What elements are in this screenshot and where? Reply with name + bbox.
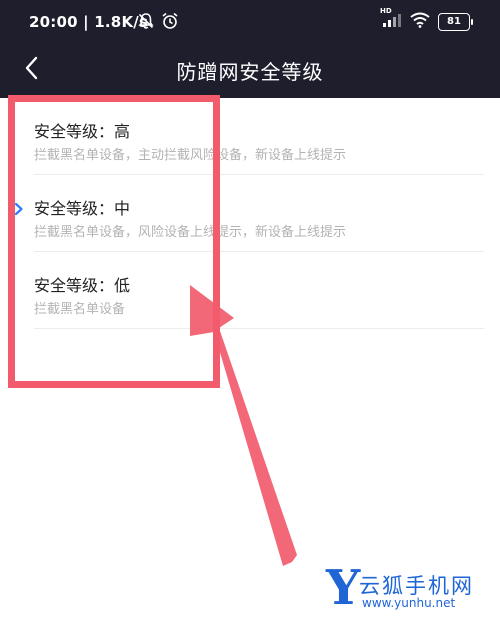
watermark-logo: Y [326, 560, 361, 616]
annotation-highlight-box [8, 95, 220, 388]
hd-label: HD [380, 7, 392, 15]
mute-bell-icon [137, 12, 155, 34]
title-bar: 防蹭网安全等级 [0, 44, 500, 98]
app-header: 20:00 | 1.8K/s HD 81 防蹭网安全等级 [0, 0, 500, 98]
watermark-url: www.yunhu.net [362, 596, 456, 610]
watermark: Y 云狐手机网 www.yunhu.net [326, 564, 486, 618]
status-time: 20:00 | 1.8K/s [29, 13, 149, 31]
page-title: 防蹭网安全等级 [176, 60, 324, 84]
wifi-icon [410, 12, 430, 32]
battery-icon: 81 [438, 13, 473, 31]
status-icons-left [137, 12, 179, 34]
alarm-icon [161, 12, 179, 34]
status-bar: 20:00 | 1.8K/s HD 81 [0, 0, 500, 44]
signal-icon: HD [380, 7, 402, 32]
status-icons-right: HD 81 [380, 7, 473, 32]
